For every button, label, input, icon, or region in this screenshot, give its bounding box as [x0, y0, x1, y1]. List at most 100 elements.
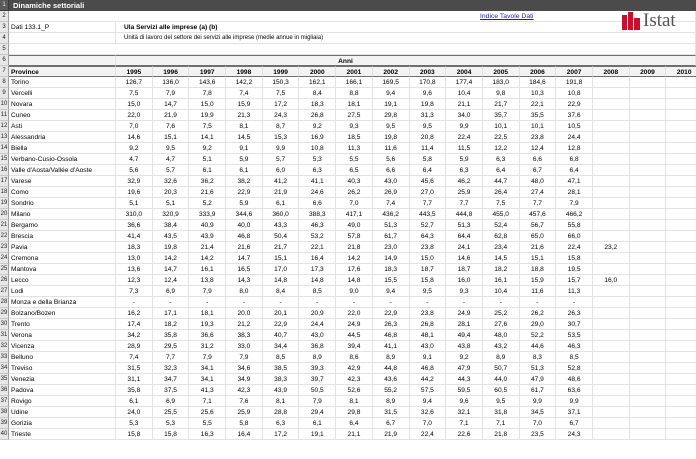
- value-cell[interactable]: 21,9: [262, 187, 300, 198]
- year-header-cell[interactable]: 2010: [666, 66, 696, 77]
- province-cell[interactable]: Lodi: [9, 286, 116, 297]
- row-number[interactable]: 31: [0, 330, 9, 341]
- value-cell[interactable]: 26,8: [409, 319, 447, 330]
- year-header-cell[interactable]: 1998: [226, 66, 263, 77]
- value-cell[interactable]: 20,9: [299, 308, 337, 319]
- value-cell[interactable]: 184,6: [519, 77, 557, 88]
- province-cell[interactable]: Cuneo: [9, 110, 116, 121]
- value-cell[interactable]: 8,3: [519, 352, 557, 363]
- value-cell[interactable]: [592, 198, 630, 209]
- value-cell[interactable]: 12,4: [519, 143, 557, 154]
- value-cell[interactable]: [592, 121, 630, 132]
- year-header-cell[interactable]: 2005: [482, 66, 520, 77]
- value-cell[interactable]: 21,7: [482, 99, 520, 110]
- value-cell[interactable]: [592, 165, 630, 176]
- value-cell[interactable]: [592, 385, 630, 396]
- value-cell[interactable]: 52,7: [409, 220, 447, 231]
- value-cell[interactable]: 6,6: [299, 198, 337, 209]
- value-cell[interactable]: 22,9: [372, 308, 410, 319]
- value-cell[interactable]: -: [226, 297, 263, 308]
- value-cell[interactable]: 41,1: [299, 176, 337, 187]
- value-cell[interactable]: [666, 275, 696, 286]
- value-cell[interactable]: 14,5: [226, 132, 263, 143]
- value-cell[interactable]: 344,6: [226, 209, 263, 220]
- value-cell[interactable]: 7,1: [189, 396, 227, 407]
- value-cell[interactable]: 7,9: [556, 198, 593, 209]
- value-cell[interactable]: 8,9: [372, 352, 410, 363]
- value-cell[interactable]: 26,2: [519, 308, 557, 319]
- value-cell[interactable]: [629, 176, 667, 187]
- row-number[interactable]: 4: [0, 33, 9, 44]
- value-cell[interactable]: 5,5: [336, 154, 373, 165]
- value-cell[interactable]: [666, 187, 696, 198]
- value-cell[interactable]: 9,5: [372, 121, 410, 132]
- value-cell[interactable]: 32,9: [116, 176, 153, 187]
- province-cell[interactable]: Cremona: [9, 253, 116, 264]
- value-cell[interactable]: 18,2: [482, 264, 520, 275]
- province-cell[interactable]: Udine: [9, 407, 116, 418]
- value-cell[interactable]: 23,4: [482, 242, 520, 253]
- value-cell[interactable]: [592, 187, 630, 198]
- value-cell[interactable]: [592, 407, 630, 418]
- value-cell[interactable]: [592, 374, 630, 385]
- row-number[interactable]: 33: [0, 352, 9, 363]
- value-cell[interactable]: 37,6: [556, 110, 593, 121]
- value-cell[interactable]: 7,9: [189, 352, 227, 363]
- value-cell[interactable]: 12,8: [556, 143, 593, 154]
- value-cell[interactable]: 5,7: [262, 154, 300, 165]
- value-cell[interactable]: 24,6: [299, 187, 337, 198]
- value-cell[interactable]: 7,1: [482, 418, 520, 429]
- value-cell[interactable]: 29,0: [519, 319, 557, 330]
- value-cell[interactable]: 47,9: [519, 374, 557, 385]
- province-cell[interactable]: Biella: [9, 143, 116, 154]
- value-cell[interactable]: 14,1: [189, 132, 227, 143]
- value-cell[interactable]: 25,5: [152, 407, 190, 418]
- value-cell[interactable]: 15,9: [519, 275, 557, 286]
- value-cell[interactable]: 150,3: [262, 77, 300, 88]
- value-cell[interactable]: 34,2: [116, 330, 153, 341]
- value-cell[interactable]: 15,8: [116, 429, 153, 440]
- value-cell[interactable]: 40,7: [262, 330, 300, 341]
- value-cell[interactable]: 191,8: [556, 77, 593, 88]
- value-cell[interactable]: 30,7: [556, 319, 593, 330]
- value-cell[interactable]: 19,1: [299, 429, 337, 440]
- value-cell[interactable]: [666, 99, 696, 110]
- value-cell[interactable]: 45,6: [409, 176, 447, 187]
- value-cell[interactable]: [592, 352, 630, 363]
- year-header-cell[interactable]: 2004: [446, 66, 483, 77]
- value-cell[interactable]: 9,5: [409, 121, 447, 132]
- value-cell[interactable]: 6,1: [262, 198, 300, 209]
- value-cell[interactable]: 17,6: [336, 264, 373, 275]
- table-subtitle[interactable]: Unità di lavoro del settore dei servizi …: [116, 33, 696, 44]
- value-cell[interactable]: 21,8: [336, 242, 373, 253]
- value-cell[interactable]: 466,2: [556, 209, 593, 220]
- value-cell[interactable]: [666, 418, 696, 429]
- value-cell[interactable]: 14,8: [336, 275, 373, 286]
- value-cell[interactable]: 47,1: [556, 176, 593, 187]
- value-cell[interactable]: 12,2: [482, 143, 520, 154]
- value-cell[interactable]: 5,7: [152, 165, 190, 176]
- province-cell[interactable]: Asti: [9, 121, 116, 132]
- value-cell[interactable]: 15,8: [556, 253, 593, 264]
- row-number[interactable]: 27: [0, 286, 9, 297]
- row-number[interactable]: 14: [0, 143, 9, 154]
- value-cell[interactable]: 43,0: [299, 330, 337, 341]
- province-cell[interactable]: Verona: [9, 330, 116, 341]
- value-cell[interactable]: 17,0: [262, 264, 300, 275]
- value-cell[interactable]: 436,2: [372, 209, 410, 220]
- value-cell[interactable]: 36,6: [116, 220, 153, 231]
- row-number[interactable]: 7: [0, 66, 9, 77]
- value-cell[interactable]: 62,8: [482, 231, 520, 242]
- value-cell[interactable]: 9,9: [262, 143, 300, 154]
- value-cell[interactable]: 6,1: [189, 165, 227, 176]
- value-cell[interactable]: 26,2: [336, 187, 373, 198]
- value-cell[interactable]: 39,7: [299, 374, 337, 385]
- value-cell[interactable]: 9,4: [372, 286, 410, 297]
- value-cell[interactable]: -: [152, 297, 190, 308]
- value-cell[interactable]: 64,4: [446, 231, 483, 242]
- value-cell[interactable]: 8,4: [299, 88, 337, 99]
- value-cell[interactable]: 9,2: [116, 143, 153, 154]
- row-number[interactable]: 16: [0, 165, 9, 176]
- value-cell[interactable]: [629, 429, 667, 440]
- row-number[interactable]: 23: [0, 242, 9, 253]
